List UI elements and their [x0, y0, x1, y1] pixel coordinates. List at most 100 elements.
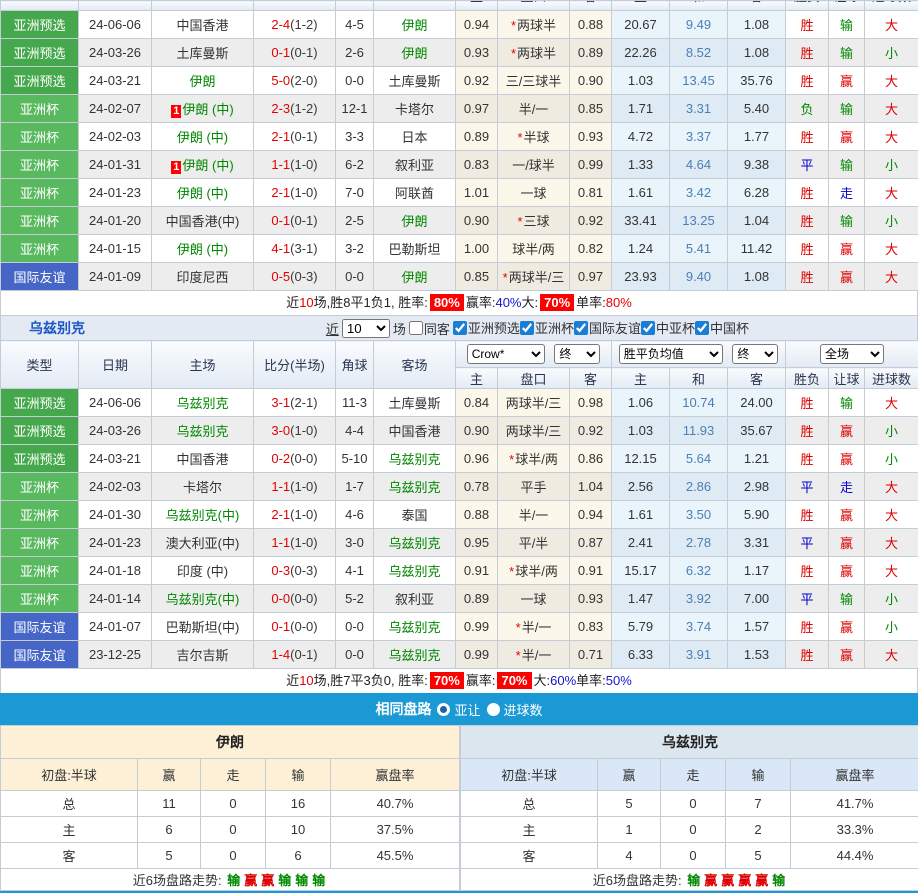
euro-final-select[interactable]: 终 [732, 344, 778, 364]
trend-footer: 近6场盘路走势: 输赢赢输输输 [1, 869, 460, 891]
asian-away-odds: 0.97 [570, 263, 612, 291]
euro-away-odds: 35.76 [728, 67, 786, 95]
compare-header-row: 初盘:半球 赢 走 输 赢盘率 [461, 759, 918, 791]
clipped-header-row: 主 盘口 客 主 和 客 胜负 让球 进球数 [1, 1, 918, 11]
iran-summary-line: 近10场,胜8平1负1, 胜率:80%赢率:40%大:70%单率:80% [0, 291, 918, 315]
radio-button[interactable] [437, 703, 450, 716]
result-goals: 大 [865, 389, 918, 417]
uzbek-summary-line: 近10场,胜7平3负0, 胜率:70%赢率:70%大:60%单率:50% [0, 669, 918, 693]
match-row: 亚洲杯 24-02-03 伊朗 (中) 2-1(0-1) 3-3 日本 0.89… [1, 123, 918, 151]
lose-count: 5 [726, 843, 791, 869]
asian-away-odds: 0.90 [570, 67, 612, 95]
match-row: 亚洲预选 24-03-26 土库曼斯 0-1(0-1) 2-6 伊朗 0.93 … [1, 39, 918, 67]
corners: 0-0 [336, 641, 374, 669]
asian-home-odds: 0.97 [456, 95, 498, 123]
euro-draw-odds: 5.64 [670, 445, 728, 473]
league-filter: 中亚杯 [641, 318, 695, 337]
league-checkbox[interactable] [695, 321, 709, 335]
euro-away-odds: 24.00 [728, 389, 786, 417]
euro-away-odds: 1.53 [728, 641, 786, 669]
competition-badge: 亚洲杯 [1, 95, 79, 123]
result-handicap: 输 [829, 39, 865, 67]
euro-away-odds: 1.08 [728, 39, 786, 67]
euro-draw-odds: 3.91 [670, 641, 728, 669]
asian-handicap: 一球 [498, 585, 570, 613]
uzbek-section-bar: 乌兹别克 近 10 场 同客 亚洲预选亚洲杯国际友谊中亚杯中国杯 [0, 315, 918, 340]
home-team: 卡塔尔 [152, 473, 254, 501]
asian-final-select[interactable]: 终 [554, 344, 600, 364]
result-handicap: 输 [829, 11, 865, 39]
away-team: 乌兹别克 [374, 641, 456, 669]
corners: 12-1 [336, 95, 374, 123]
match-date: 24-02-03 [79, 123, 152, 151]
result-handicap: 赢 [829, 235, 865, 263]
league-checkbox[interactable] [520, 321, 534, 335]
euro-home-odds: 5.79 [612, 613, 670, 641]
euro-home-odds: 33.41 [612, 207, 670, 235]
euro-draw-odds: 3.50 [670, 501, 728, 529]
competition-badge: 亚洲杯 [1, 473, 79, 501]
scope-select[interactable]: 全场 [820, 344, 884, 364]
asian-away-odds: 0.82 [570, 235, 612, 263]
league-filters: 亚洲预选亚洲杯国际友谊中亚杯中国杯 [453, 318, 749, 338]
score: 1-1(1-0) [254, 473, 336, 501]
compare-row: 主 1 0 2 33.3% [461, 817, 918, 843]
compare-row: 总 11 0 16 40.7% [1, 791, 460, 817]
asian-away-odds: 0.93 [570, 123, 612, 151]
league-checkbox[interactable] [641, 321, 655, 335]
result-wdl: 胜 [786, 39, 829, 67]
result-wdl: 平 [786, 473, 829, 501]
corners: 2-6 [336, 39, 374, 67]
euro-draw-odds: 13.45 [670, 67, 728, 95]
euro-type-select[interactable]: 胜平负均值 [619, 344, 723, 364]
same-away-checkbox[interactable] [409, 321, 423, 335]
asian-handicap: *球半/两 [498, 557, 570, 585]
asian-away-odds: 0.87 [570, 529, 612, 557]
score: 3-1(2-1) [254, 389, 336, 417]
match-date: 24-01-18 [79, 557, 152, 585]
score: 2-1(0-1) [254, 123, 336, 151]
match-date: 24-02-07 [79, 95, 152, 123]
push-count: 0 [201, 791, 266, 817]
league-checkbox[interactable] [574, 321, 588, 335]
asian-handicap: 两球半/三 [498, 417, 570, 445]
score: 2-1(1-0) [254, 179, 336, 207]
col-score: 比分(半场) [254, 341, 336, 389]
euro-home-odds: 23.93 [612, 263, 670, 291]
result-wdl: 胜 [786, 641, 829, 669]
asian-handicap: *半/一 [498, 641, 570, 669]
home-team: 伊朗 (中) [152, 179, 254, 207]
match-date: 24-03-21 [79, 67, 152, 95]
result-goals: 大 [865, 11, 918, 39]
home-team: 伊朗 (中) [152, 123, 254, 151]
league-filter: 国际友谊 [574, 318, 641, 337]
league-filter: 中国杯 [695, 318, 749, 337]
recent-count-select[interactable]: 10 [342, 319, 390, 338]
radio-label: 亚让 [454, 700, 480, 719]
odds-company-select[interactable]: Crow* [467, 344, 545, 364]
euro-home-odds: 12.15 [612, 445, 670, 473]
competition-badge: 国际友谊 [1, 613, 79, 641]
euro-draw-odds: 9.49 [670, 11, 728, 39]
iran-match-table: 主 盘口 客 主 和 客 胜负 让球 进球数 亚洲预选 24-06-06 中国香… [0, 0, 918, 291]
trend-sequence: 输赢赢输输输 [225, 873, 327, 888]
radio-button[interactable] [487, 703, 500, 716]
result-handicap: 赢 [829, 445, 865, 473]
asian-home-odds: 0.95 [456, 529, 498, 557]
col-type: 类型 [1, 341, 79, 389]
win-rate: 45.5% [331, 843, 460, 869]
away-team: 阿联酋 [374, 179, 456, 207]
home-team: 乌兹别克 [152, 389, 254, 417]
result-goals: 大 [865, 557, 918, 585]
euro-home-odds: 22.26 [612, 39, 670, 67]
result-wdl: 胜 [786, 179, 829, 207]
away-team: 中国香港 [374, 417, 456, 445]
match-date: 24-01-23 [79, 529, 152, 557]
asian-handicap: 一/球半 [498, 151, 570, 179]
competition-badge: 亚洲杯 [1, 529, 79, 557]
euro-draw-odds: 3.92 [670, 585, 728, 613]
score: 5-0(2-0) [254, 67, 336, 95]
league-checkbox[interactable] [453, 321, 467, 335]
asian-home-odds: 0.85 [456, 263, 498, 291]
scope-label: 客 [1, 843, 138, 869]
